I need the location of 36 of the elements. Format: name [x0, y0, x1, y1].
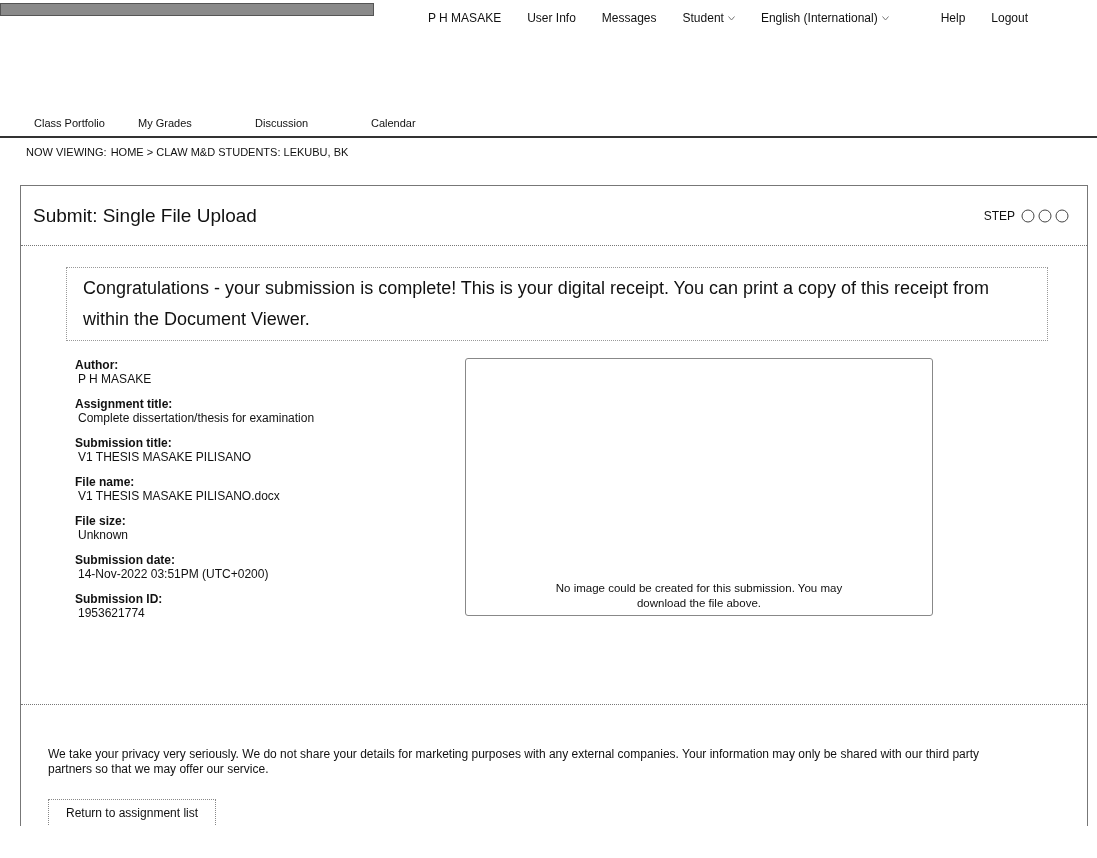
field-value: V1 THESIS MASAKE PILISANO.docx — [77, 489, 281, 503]
field-label: Submission title: — [75, 436, 173, 450]
breadcrumb-label: NOW VIEWING: — [26, 146, 107, 158]
caret-icon[interactable] — [727, 15, 735, 21]
nav-link[interactable]: Messages — [601, 11, 657, 25]
field-value: 1953621774 — [77, 606, 146, 620]
nav-link[interactable]: Help — [940, 11, 966, 25]
nav-link[interactable]: User Info — [527, 11, 576, 25]
field-label: File size: — [75, 514, 127, 528]
field-label: Author: — [75, 358, 120, 372]
nav-tab[interactable]: My Grades — [138, 117, 255, 129]
field-value: 14-Nov-2022 03:51PM (UTC+0200) — [77, 567, 270, 581]
field-value: V1 THESIS MASAKE PILISANO — [77, 450, 253, 464]
nav-link[interactable]: P H MASAKE — [428, 11, 502, 25]
nav-link[interactable]: Logout — [991, 11, 1029, 25]
field-value: Unknown — [77, 528, 130, 542]
panel-title: Submit: Single File Upload — [33, 204, 257, 227]
field-label: Assignment title: — [75, 397, 174, 411]
nav-tab[interactable]: Class Portfolio — [34, 117, 138, 129]
privacy-notice: We take your privacy very seriously. We do not share your details for marketing purposes with any external companies. Your information may only be shared with our third party partners so that we may offer our service. — [48, 747, 981, 777]
field-label: Submission date: — [75, 553, 176, 567]
preview-note: No image could be created for this submission. You may download the file above. — [554, 581, 844, 611]
step-label: STEP — [983, 208, 1015, 223]
step-circles-icon — [1021, 208, 1069, 223]
field-label: Submission ID: — [75, 592, 164, 606]
nav-tab[interactable]: Discussion — [255, 117, 371, 129]
nav-link[interactable]: English (International) — [760, 11, 889, 25]
breadcrumb-path: HOME > CLAW M&D STUDENTS: LEKUBU, BK — [110, 146, 349, 158]
success-message: Congratulations - your submission is complete! This is your digital receipt. You can print a copy of this receipt from within the Document Viewer. — [66, 267, 1048, 341]
caret-icon[interactable] — [881, 15, 889, 21]
field-label: File name: — [75, 475, 136, 489]
return-button[interactable]: Return to assignment list — [48, 799, 217, 826]
nav-tab[interactable]: Calendar — [371, 117, 475, 129]
nav-link[interactable]: Student — [682, 11, 735, 25]
field-value: P H MASAKE — [77, 372, 153, 386]
field-value: Complete dissertation/thesis for examination — [77, 411, 316, 425]
